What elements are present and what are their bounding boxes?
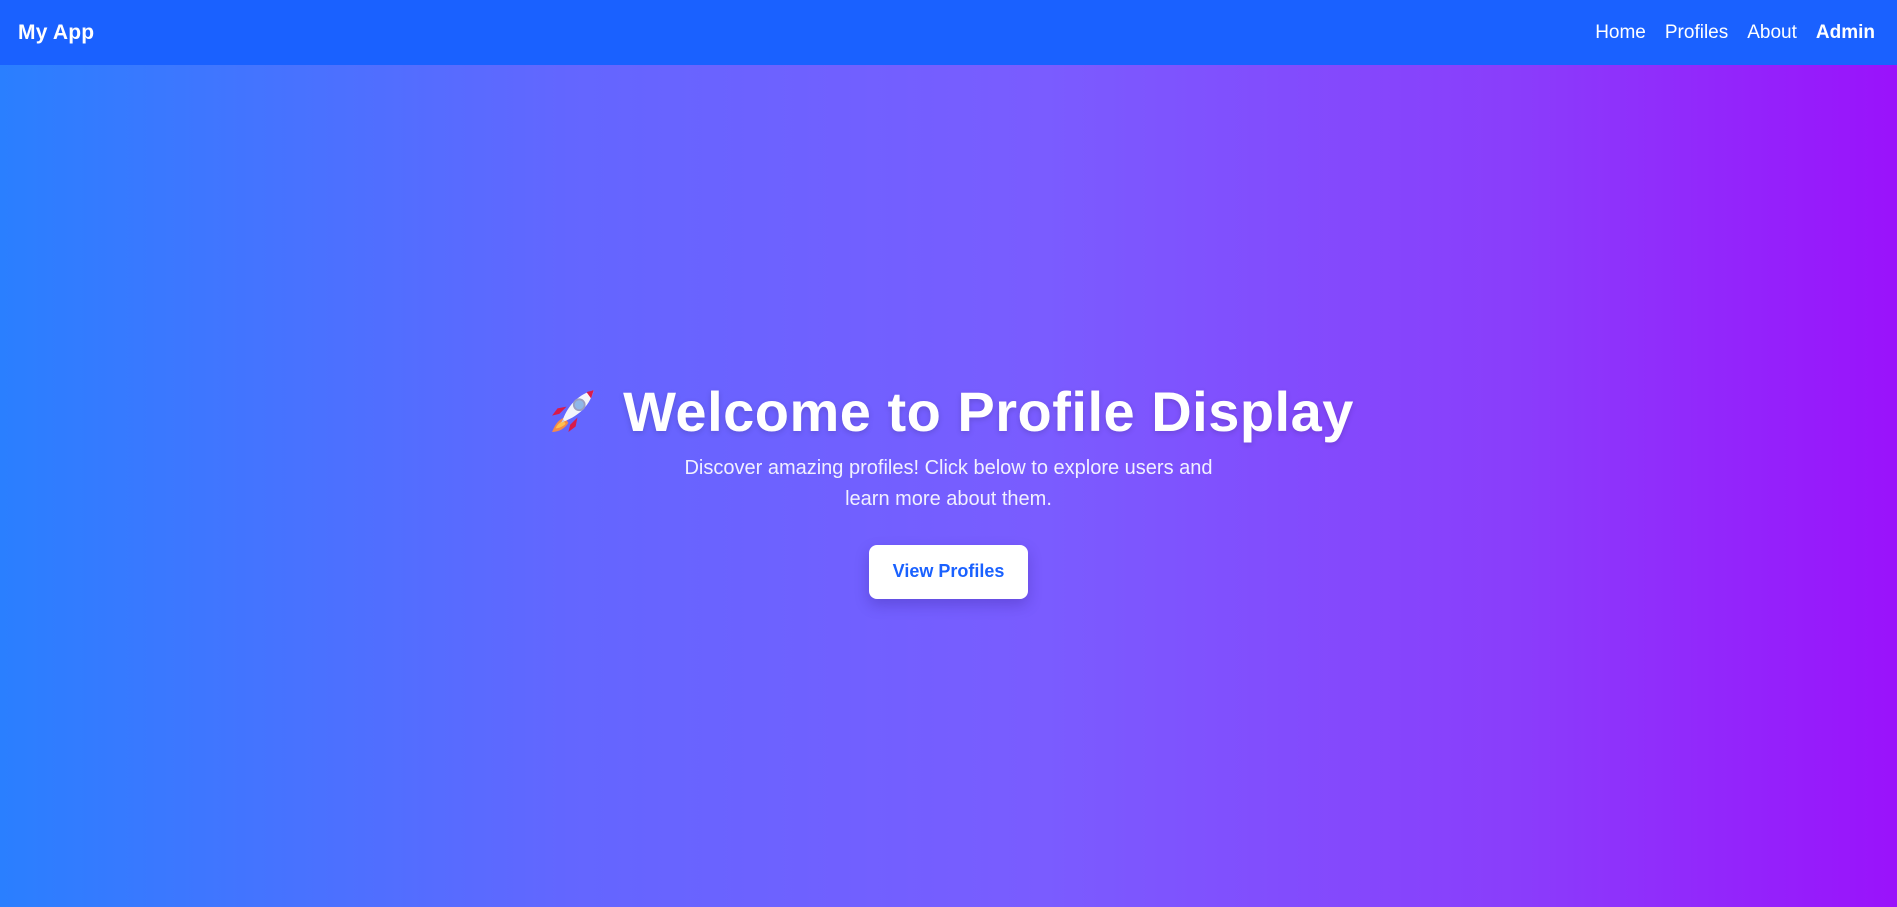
nav-link-about[interactable]: About — [1747, 22, 1797, 44]
hero-section: Welcome to Profile Display Discover amaz… — [0, 65, 1897, 907]
brand-logo[interactable]: My App — [18, 21, 94, 45]
rocket-icon — [543, 383, 601, 441]
hero-title: Welcome to Profile Display — [543, 381, 1354, 443]
hero-title-text: Welcome to Profile Display — [623, 380, 1354, 444]
top-navbar: My App Home Profiles About Admin — [0, 0, 1897, 65]
hero-subtitle: Discover amazing profiles! Click below t… — [684, 456, 1213, 510]
nav-link-profiles[interactable]: Profiles — [1665, 22, 1728, 44]
view-profiles-button[interactable]: View Profiles — [869, 544, 1028, 599]
nav-links: Home Profiles About Admin — [1595, 22, 1875, 44]
nav-link-admin[interactable]: Admin — [1816, 22, 1875, 44]
nav-link-home[interactable]: Home — [1595, 22, 1646, 44]
